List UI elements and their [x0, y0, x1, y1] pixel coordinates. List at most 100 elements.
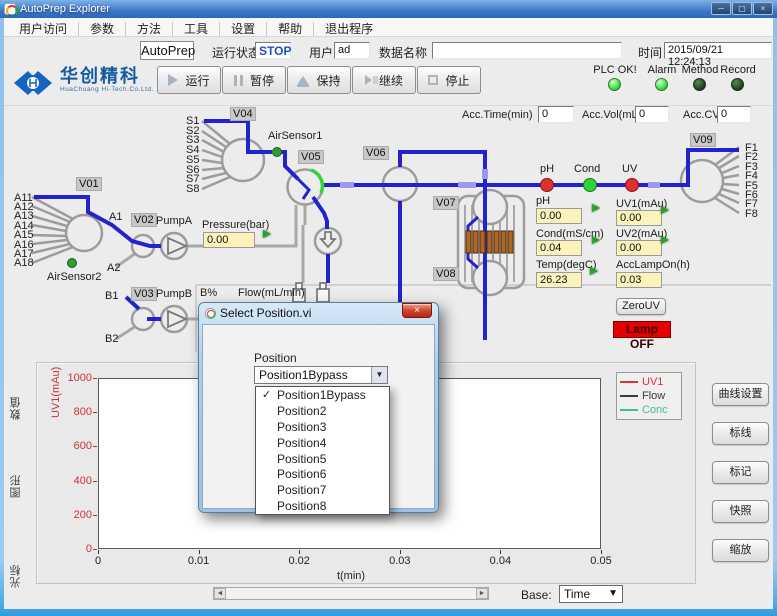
menu-item-6[interactable]: 帮助	[267, 22, 314, 36]
side-tab-3[interactable]: 光标	[8, 564, 24, 588]
zero-uv-button[interactable]: ZeroUV	[616, 298, 666, 315]
dialog-close-button[interactable]: ×	[402, 303, 432, 318]
valve-tag-v03[interactable]: V03	[131, 287, 157, 301]
cond-sensor-dot	[584, 179, 597, 192]
valve-tag-v07[interactable]: V07	[433, 196, 459, 210]
uv-sensor-dot	[626, 179, 639, 192]
client-area: 用户访问参数方法工具设置帮助退出程序 AutoPrep 运行状态 STOP 用户…	[4, 18, 773, 609]
airsensor2-led	[68, 259, 77, 268]
dialog-body: Position Position1Bypass ▼ ✓Position1Byp…	[202, 324, 435, 509]
brand-logo	[12, 66, 54, 100]
scroll-left-icon[interactable]: ◄	[214, 588, 226, 599]
pause-icon	[234, 75, 243, 86]
brand-name: 华创精科	[60, 66, 154, 86]
lamp-off-button[interactable]: Lamp OFF	[613, 321, 671, 338]
position-option-1[interactable]: ✓Position1Bypass	[256, 387, 389, 403]
led-label: Record	[706, 64, 770, 76]
valve-tag-v05[interactable]: V05	[298, 150, 324, 164]
stop-icon	[428, 75, 438, 85]
control-button-hold[interactable]: 保持	[287, 66, 351, 94]
play-icon	[168, 74, 178, 86]
valve-tag-v04[interactable]: V04	[230, 107, 256, 121]
position-option-2[interactable]: Position2	[256, 403, 389, 419]
control-button-continue[interactable]: 继续	[352, 66, 416, 94]
run-status-value: STOP	[255, 42, 291, 59]
menu-item-3[interactable]: 方法	[126, 22, 173, 36]
panel-button-1[interactable]: 曲线设置	[712, 383, 769, 406]
position-option-label: Position5	[277, 452, 326, 466]
side-tab-2[interactable]: 图形	[8, 474, 24, 498]
panel-button-3[interactable]: 标记	[712, 461, 769, 484]
position-option-3[interactable]: Position3	[256, 419, 389, 435]
control-button-label: 继续	[379, 72, 403, 89]
chart-h-scrollbar[interactable]: ◄ ►	[213, 587, 489, 600]
close-button[interactable]: ×	[753, 2, 773, 15]
position-option-8[interactable]: Position8	[256, 498, 389, 514]
autoprep-button[interactable]: AutoPrep	[140, 41, 194, 60]
position-label: Position	[254, 351, 297, 365]
led-plcok	[608, 78, 621, 91]
led-alarm	[655, 78, 668, 91]
panel-button-4[interactable]: 快照	[712, 500, 769, 523]
minimize-button[interactable]: ─	[711, 2, 731, 15]
chart-x-axis-label: t(min)	[331, 570, 371, 582]
panel-button-2[interactable]: 标线	[712, 422, 769, 445]
window-title: AutoPrep Explorer	[20, 3, 110, 15]
time-label: 时间	[638, 44, 662, 61]
pump-b-symbol	[161, 306, 187, 332]
run-status-label: 运行状态	[212, 44, 260, 61]
panel-button-5[interactable]: 缩放	[712, 539, 769, 562]
data-name-label: 数据名称	[379, 44, 427, 61]
menu-item-4[interactable]: 工具	[173, 22, 220, 36]
column-media-bars	[466, 231, 513, 253]
scroll-right-icon[interactable]: ►	[476, 588, 488, 599]
app-icon	[4, 3, 16, 15]
brand-subtitle: HuaChuang Hi-Tech.Co.Ltd.	[60, 86, 154, 93]
position-option-label: Position3	[277, 420, 326, 434]
side-tab-1[interactable]: 数值	[8, 396, 24, 420]
position-dropdown[interactable]: Position1Bypass ▼	[254, 366, 388, 384]
chevron-down-icon: ▼	[608, 588, 618, 599]
maximize-button[interactable]: ▢	[732, 2, 752, 15]
legend-series-name: Conc	[642, 404, 668, 416]
position-option-6[interactable]: Position6	[256, 466, 389, 482]
control-button-play[interactable]: 运行	[157, 66, 221, 94]
airsensor1-led	[273, 148, 282, 157]
position-option-5[interactable]: Position5	[256, 451, 389, 467]
chart-legend: UV1FlowConc	[616, 372, 682, 420]
control-button-label: 暂停	[250, 72, 274, 89]
data-name-input[interactable]	[432, 42, 622, 59]
chevron-down-icon[interactable]: ▼	[371, 367, 387, 383]
base-dropdown[interactable]: Time ▼	[559, 585, 623, 603]
valve-tag-v02[interactable]: V02	[131, 213, 157, 227]
menu-item-2[interactable]: 参数	[79, 22, 126, 36]
menu-item-1[interactable]: 用户访问	[8, 22, 79, 36]
base-label: Base:	[521, 588, 552, 602]
continue-icon	[365, 75, 372, 85]
app-window: AutoPrep Explorer ─ ▢ × 用户访问参数方法工具设置帮助退出…	[0, 0, 777, 616]
brand-block: 华创精科 HuaChuang Hi-Tech.Co.Ltd.	[12, 66, 154, 100]
valve-v01[interactable]	[66, 215, 102, 251]
position-option-7[interactable]: Position7	[256, 482, 389, 498]
position-option-4[interactable]: Position4	[256, 435, 389, 451]
position-option-label: Position4	[277, 436, 326, 450]
position-option-label: Position8	[277, 499, 326, 513]
ph-sensor-dot	[541, 179, 554, 192]
valve-tag-v08[interactable]: V08	[433, 267, 459, 281]
valve-tag-v06[interactable]: V06	[363, 146, 389, 160]
menu-bar: 用户访问参数方法工具设置帮助退出程序	[4, 18, 773, 37]
led-label: PLC OK!	[583, 64, 647, 76]
menu-item-7[interactable]: 退出程序	[314, 22, 384, 36]
valve-v04[interactable]	[222, 139, 264, 181]
menu-item-5[interactable]: 设置	[220, 22, 267, 36]
legend-entry: Flow	[620, 389, 678, 403]
valve-tag-v09[interactable]: V09	[690, 133, 716, 147]
user-input[interactable]: ad	[334, 42, 370, 59]
title-bar[interactable]: AutoPrep Explorer ─ ▢ ×	[0, 0, 777, 18]
hold-icon	[297, 76, 309, 85]
control-button-pause[interactable]: 暂停	[222, 66, 286, 94]
control-button-stop[interactable]: 停止	[417, 66, 481, 94]
select-position-dialog: Select Position.vi × Position Position1B…	[198, 302, 439, 513]
base-dropdown-value: Time	[564, 587, 590, 601]
valve-tag-v01[interactable]: V01	[76, 177, 102, 191]
